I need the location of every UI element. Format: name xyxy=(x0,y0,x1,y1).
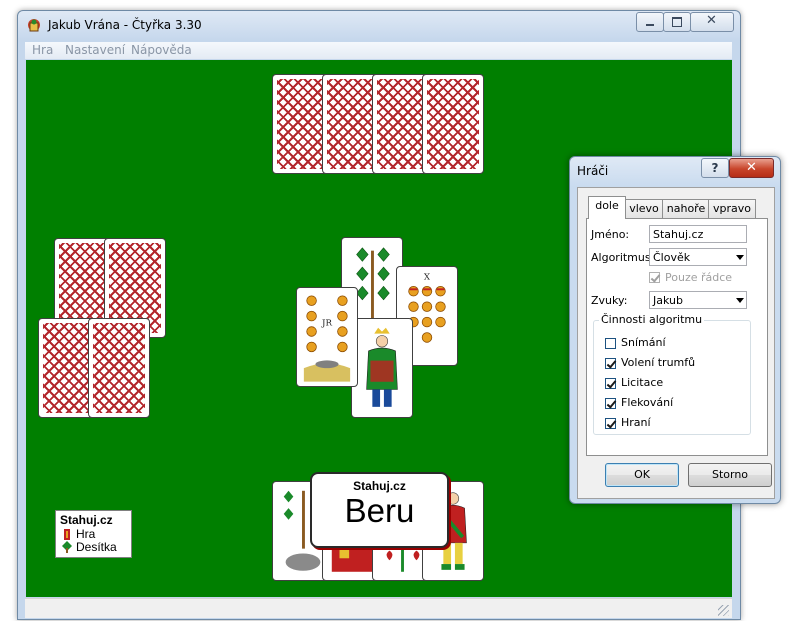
licitace-checkbox[interactable] xyxy=(605,378,616,389)
card-center-bells-jr: JR xyxy=(296,287,358,387)
players-dialog: Hráči ? ✕ dole vlevo nahoře vpravo Jméno… xyxy=(569,156,781,504)
dialog-close-button[interactable]: ✕ xyxy=(729,158,774,178)
tab-nahore[interactable]: nahoře xyxy=(662,199,710,218)
maximize-button[interactable] xyxy=(663,12,691,32)
maximize-icon xyxy=(672,17,682,27)
close-icon: ✕ xyxy=(706,13,717,28)
tab-vlevo[interactable]: vlevo xyxy=(624,199,664,218)
tab-label: vlevo xyxy=(629,202,659,215)
bubble-message: Beru xyxy=(344,492,415,529)
help-icon: ? xyxy=(711,161,719,175)
voleni-trumfu-checkbox[interactable] xyxy=(605,358,616,369)
menu-hra[interactable]: Hra xyxy=(32,43,53,57)
flekovani-label[interactable]: Flekování xyxy=(621,396,673,409)
algorithm-activities-group xyxy=(593,320,751,435)
leaf-suit-icon xyxy=(62,541,72,553)
window-title: Jakub Vrána - Čtyřka 3.30 xyxy=(48,18,202,32)
status-bar xyxy=(25,598,732,618)
dialog-title: Hráči xyxy=(577,164,609,178)
svg-text:JR: JR xyxy=(321,319,332,329)
algorithm-select[interactable]: Člověk xyxy=(649,248,747,266)
close-button[interactable]: ✕ xyxy=(690,12,734,32)
algorithm-label: Algoritmus: xyxy=(591,251,655,264)
menu-bar: Hra Nastavení Nápověda xyxy=(25,42,732,59)
tab-dole[interactable]: dole xyxy=(588,196,626,219)
info-player-name: Stahuj.cz xyxy=(60,513,113,527)
tab-vpravo[interactable]: vpravo xyxy=(708,199,756,218)
help-button[interactable]: ? xyxy=(701,158,729,178)
tab-label: vpravo xyxy=(713,202,751,215)
sounds-label: Zvuky: xyxy=(591,294,628,307)
card-back-top-4 xyxy=(422,74,484,174)
chevron-down-icon xyxy=(736,298,744,303)
chevron-down-icon xyxy=(736,255,744,260)
app-icon xyxy=(28,19,40,32)
algorithm-value: Člověk xyxy=(653,251,691,264)
dialog-body: dole vlevo nahoře vpravo Jméno: Stahuj.c… xyxy=(577,187,775,499)
sounds-value: Jakub xyxy=(653,294,683,307)
tab-panel-dole: Jméno: Stahuj.cz Algoritmus: Člověk Pouz… xyxy=(586,218,768,456)
minimize-button[interactable] xyxy=(636,12,664,32)
hrani-checkbox[interactable] xyxy=(605,418,616,429)
info-game-line: Hra xyxy=(76,527,96,541)
cancel-button[interactable]: Storno xyxy=(688,463,772,487)
king-card-face xyxy=(366,327,398,407)
info-contract-line: Desítka xyxy=(76,540,117,554)
bubble-player-name: Stahuj.cz xyxy=(353,479,406,493)
player-speech-bubble: Stahuj.cz Beru xyxy=(310,472,449,548)
flekovani-checkbox[interactable] xyxy=(605,398,616,409)
menu-nastaveni[interactable]: Nastavení xyxy=(65,43,125,57)
sounds-select[interactable]: Jakub xyxy=(649,291,747,309)
hrani-label[interactable]: Hraní xyxy=(621,416,651,429)
tab-label: nahoře xyxy=(666,202,706,215)
card-back-left-4 xyxy=(88,318,150,418)
svg-text:X: X xyxy=(424,273,431,283)
minimize-icon xyxy=(646,24,654,26)
ok-button[interactable]: OK xyxy=(605,463,679,487)
player-info-box: Stahuj.cz Hra Desítka xyxy=(55,510,132,558)
resize-grip-icon[interactable] xyxy=(718,605,729,616)
title-bar[interactable]: Jakub Vrána - Čtyřka 3.30 ✕ xyxy=(18,11,740,41)
card-center-king xyxy=(351,318,413,418)
name-input[interactable]: Stahuj.cz xyxy=(649,225,747,243)
name-label: Jméno: xyxy=(591,228,630,241)
tab-label: dole xyxy=(595,199,619,212)
snimani-checkbox[interactable] xyxy=(605,338,616,349)
group-title: Činnosti algoritmu xyxy=(599,313,705,326)
menu-napoveda[interactable]: Nápověda xyxy=(131,43,192,57)
close-icon: ✕ xyxy=(746,160,757,175)
voleni-trumfu-label[interactable]: Volení trumfů xyxy=(621,356,695,369)
bells-jr-card-face: JR xyxy=(303,295,351,382)
only-rows-checkbox xyxy=(649,272,660,283)
only-rows-label: Pouze řádce xyxy=(665,271,733,284)
snimani-label[interactable]: Snímání xyxy=(621,336,666,349)
licitace-label[interactable]: Licitace xyxy=(621,376,663,389)
